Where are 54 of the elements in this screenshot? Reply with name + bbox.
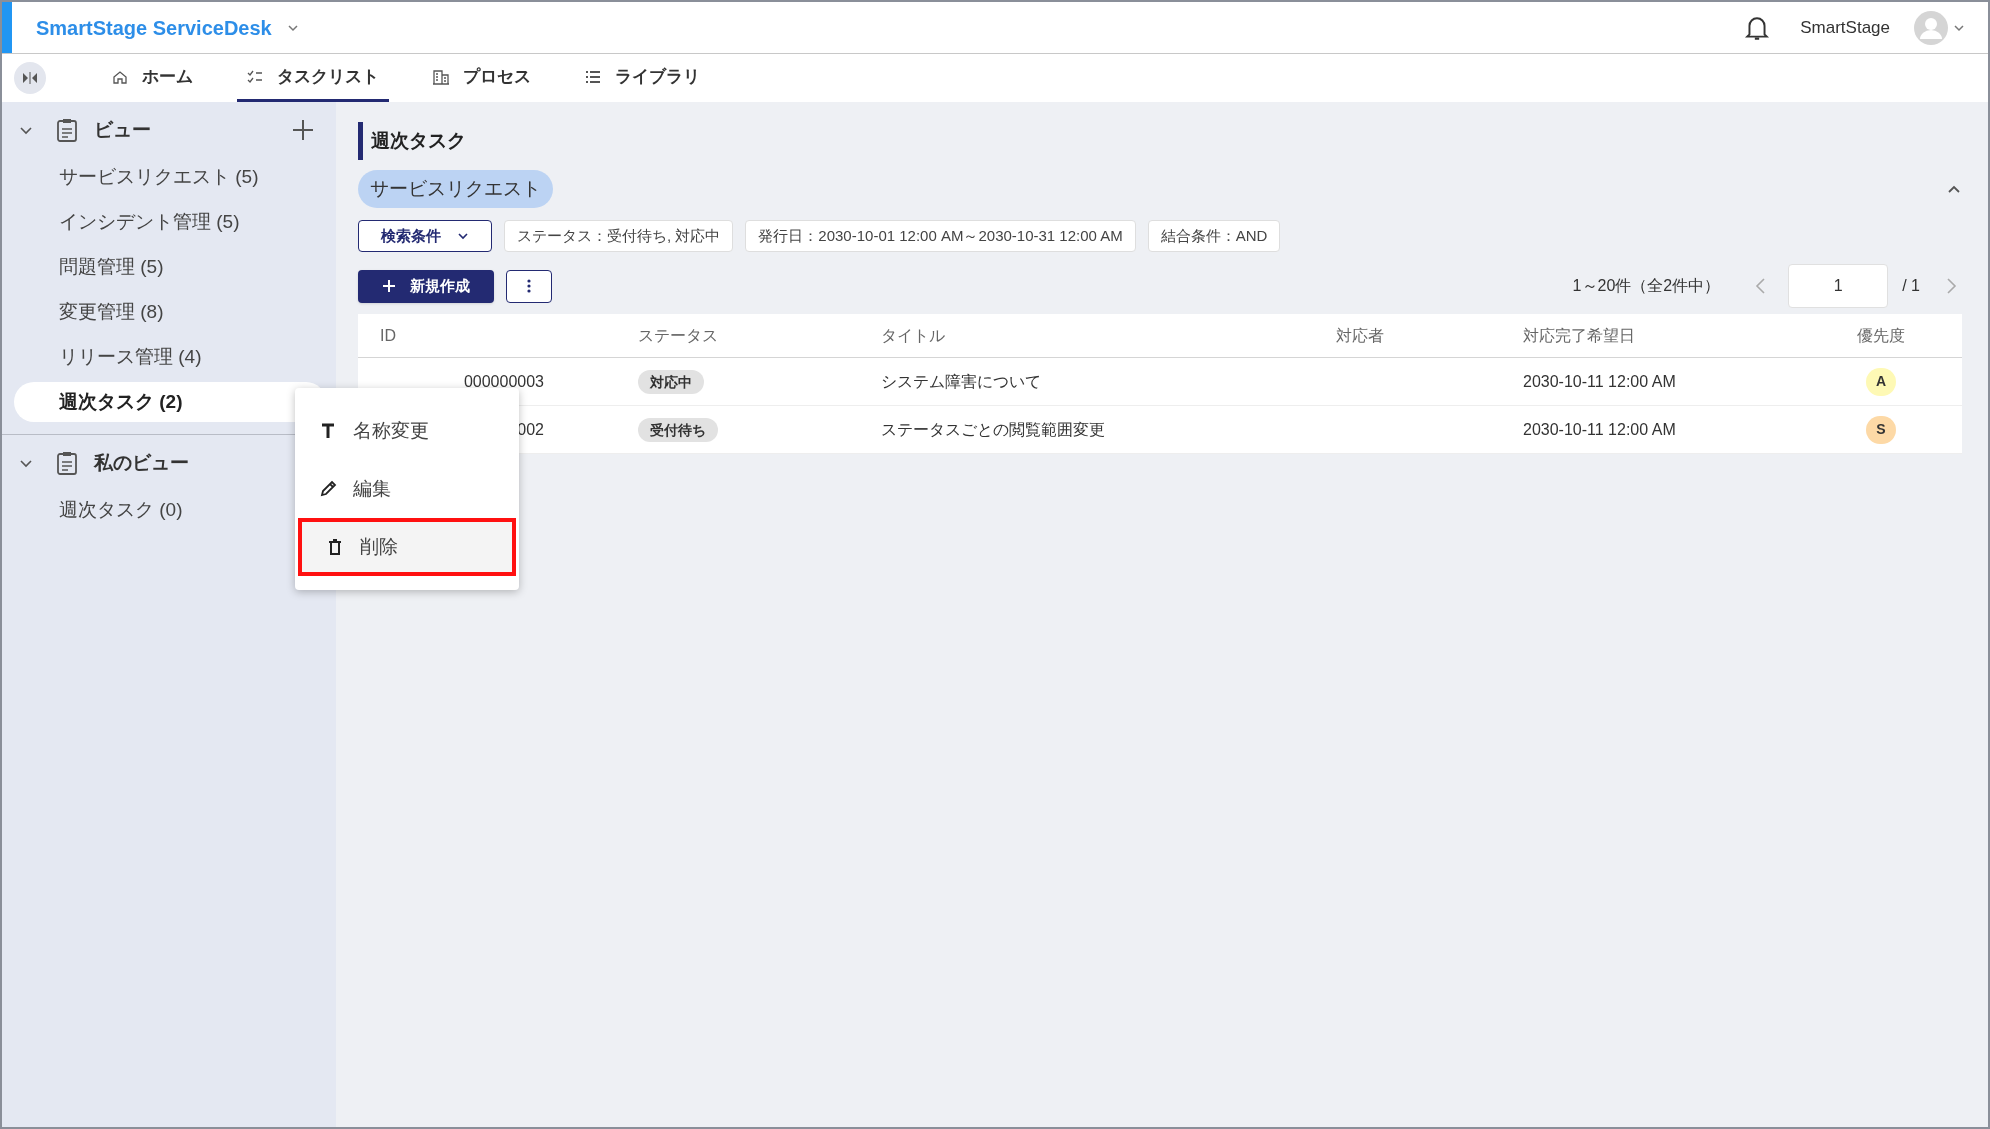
new-button[interactable]: 新規作成 [358, 269, 494, 303]
category-chip[interactable]: サービスリクエスト [358, 170, 553, 208]
column-header: タイトル [881, 325, 946, 346]
status-badge: 対応中 [638, 369, 704, 394]
table-cell: 2030-10-11 12:00 AM [1523, 420, 1676, 438]
priority-badge: A [1866, 367, 1896, 396]
section-title: 私のビュー [94, 450, 189, 475]
column-header: ステータス [638, 325, 719, 346]
table-cell: ステータスごとの閲覧範囲変更 [881, 420, 1105, 438]
collapse-sidebar-button[interactable] [14, 62, 46, 94]
collapse-icon [22, 72, 38, 84]
tab[interactable]: プロセス [423, 54, 541, 102]
filter-chip[interactable]: ステータス：受付待ち, 対応中 [504, 220, 734, 252]
sidebar-item[interactable]: 問題管理 (5) [14, 247, 326, 287]
column-header: 対応完了希望日 [1523, 325, 1636, 346]
accent-bar [2, 2, 12, 53]
filter-chip[interactable]: 結合条件：AND [1147, 220, 1281, 252]
pencil-icon [319, 480, 337, 498]
trash-icon [326, 538, 344, 556]
column-header: ID [379, 325, 397, 346]
sidebar-item[interactable]: リリース管理 (4) [14, 337, 326, 377]
list-icon [585, 68, 601, 85]
filter-chip[interactable]: 発行日：2030-10-01 12:00 AM～2030-10-31 12:00 AM [745, 220, 1136, 252]
tab[interactable]: ホーム [102, 54, 203, 102]
user-name: SmartStage [1800, 16, 1890, 39]
add-icon[interactable] [292, 119, 314, 141]
tab[interactable]: ライブラリ [575, 54, 710, 102]
priority-badge: S [1866, 415, 1896, 444]
clipboard-icon [56, 451, 78, 475]
clipboard-icon [56, 118, 78, 142]
checklist-icon [247, 68, 263, 85]
section-title: ビュー [94, 117, 151, 142]
menu-item[interactable]: 削除 [298, 518, 516, 576]
status-badge: 受付待ち [638, 417, 718, 442]
menu-item[interactable]: 編集 [295, 460, 519, 518]
plus-icon [382, 279, 396, 293]
more-button[interactable] [506, 269, 552, 303]
text-icon [319, 422, 337, 440]
more-vertical-icon [527, 279, 531, 293]
chevron-down-icon [457, 230, 469, 242]
table-cell: 2030-10-11 12:00 AM [1523, 372, 1676, 390]
sidebar-item[interactable]: 変更管理 (8) [14, 292, 326, 332]
column-header: 優先度 [1856, 325, 1906, 346]
table-cell: システム障害について [881, 372, 1041, 390]
search-conditions-button[interactable]: 検索条件 [358, 220, 492, 252]
page-input[interactable]: 1 [1788, 264, 1889, 308]
table-cell: 000000003 [463, 372, 544, 390]
building-icon [433, 68, 449, 85]
sidebar-item[interactable]: サービスリクエスト (5) [14, 157, 326, 197]
page-total: / 1 [1902, 276, 1920, 296]
column-header: 対応者 [1336, 325, 1385, 346]
view-title: 週次タスク [371, 128, 466, 153]
pagination-range: 1～20件（全2件中） [1572, 276, 1721, 296]
sidebar-item[interactable]: インシデント管理 (5) [14, 202, 326, 242]
